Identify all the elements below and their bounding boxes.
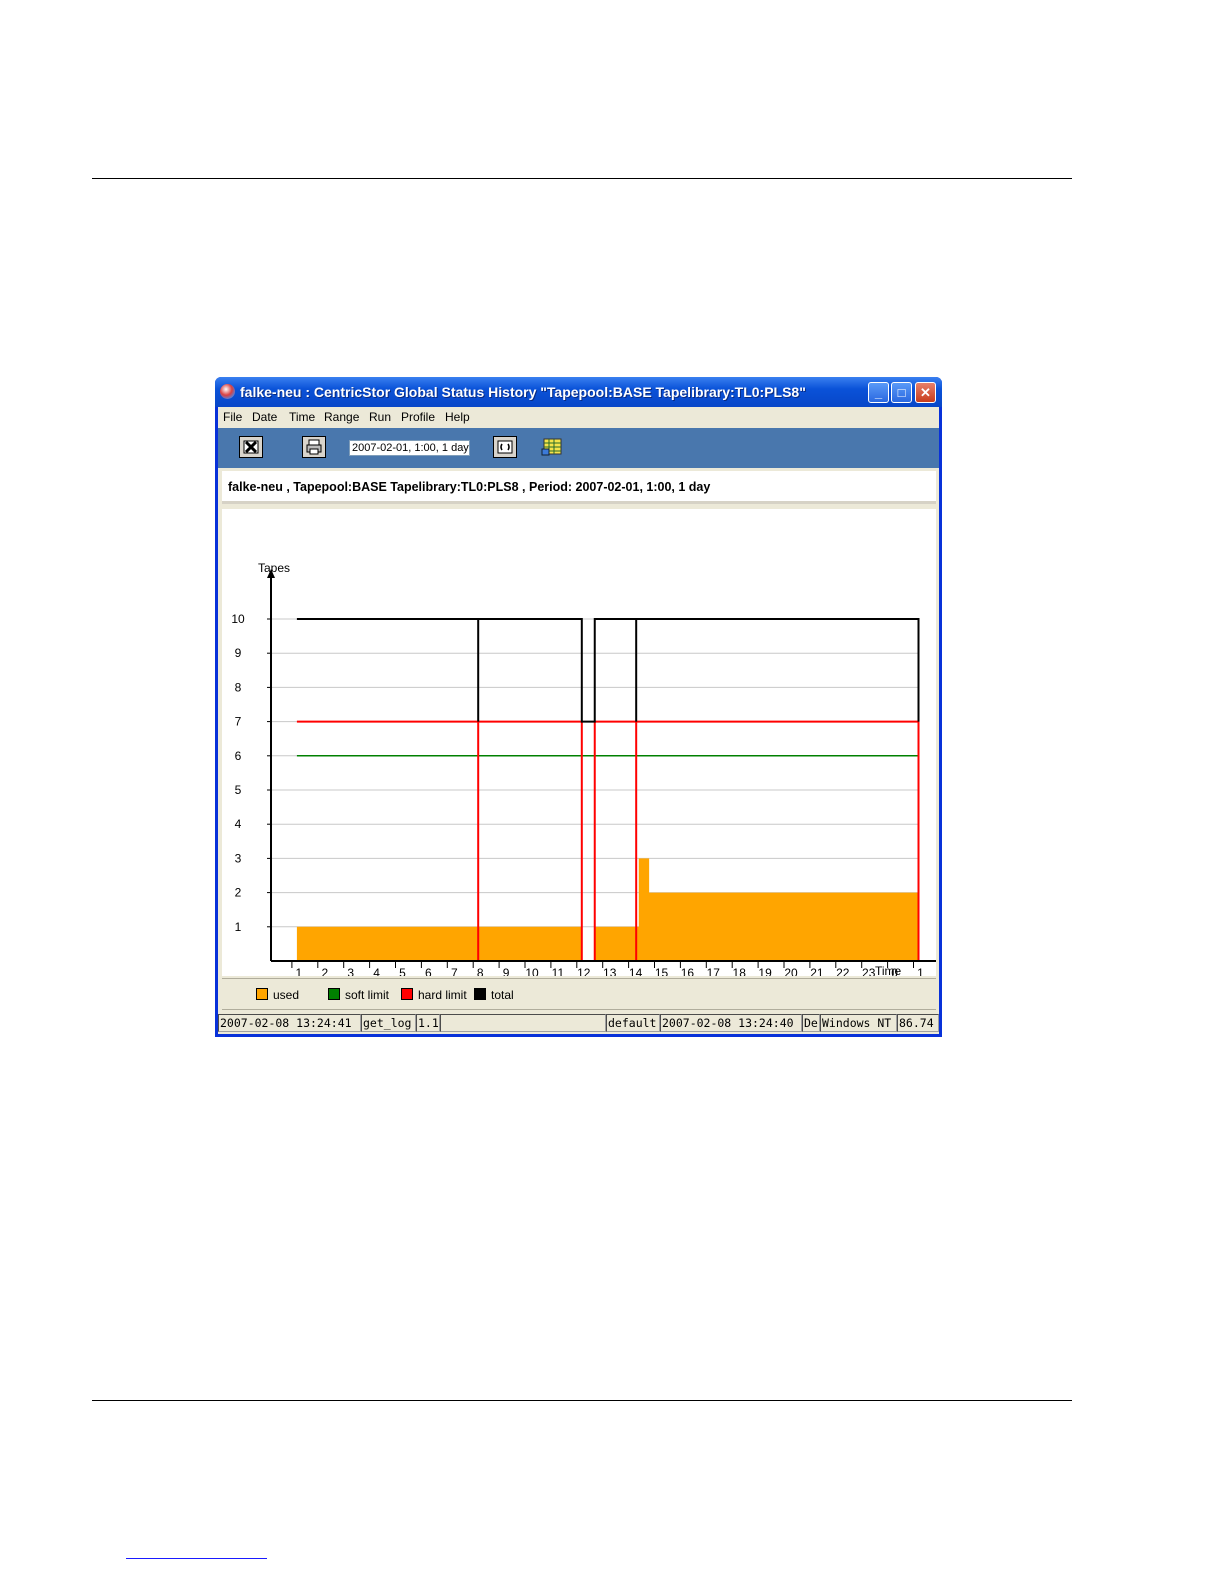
print-button[interactable] (302, 436, 326, 458)
app-window: falke-neu : CentricStor Global Status Hi… (215, 377, 942, 1037)
status-timestamp: 2007-02-08 13:24:41 (218, 1014, 361, 1032)
x-tick-label: 21 (810, 966, 824, 976)
x-tick-label: 6 (425, 966, 432, 976)
menu-range[interactable]: Range (324, 410, 359, 424)
x-tick-label: 11 (552, 966, 565, 976)
x-tick-label: 13 (603, 966, 617, 976)
maximize-button[interactable]: □ (891, 382, 912, 403)
legend-soft-limit: soft limit (328, 988, 389, 1002)
status-command: get_log (361, 1014, 416, 1032)
status-value: 86.74 (897, 1014, 939, 1032)
printer-icon (306, 439, 322, 455)
menu-run[interactable]: Run (369, 410, 391, 424)
status-timestamp-2: 2007-02-08 13:24:40 (660, 1014, 802, 1032)
x-tick-label: 1 (296, 966, 303, 976)
app-icon[interactable] (220, 384, 235, 399)
menu-date[interactable]: Date (252, 410, 277, 424)
status-bar: 2007-02-08 13:24:41 get_log 1.1 default … (218, 1013, 939, 1033)
x-tick-label: 8 (477, 966, 484, 976)
x-tick-label: 20 (784, 966, 798, 976)
x-tick-label: 10 (525, 966, 539, 976)
legend-hard-limit-label: hard limit (418, 988, 467, 1002)
status-os: Windows NT (820, 1014, 897, 1032)
close-x-icon (243, 440, 259, 454)
y-tick-label: 1 (235, 920, 242, 934)
exit-button[interactable] (239, 436, 263, 458)
x-tick-label: 1 (917, 966, 924, 976)
info-text: falke-neu , Tapepool:BASE Tapelibrary:TL… (228, 480, 711, 494)
x-tick-label: 16 (681, 966, 695, 976)
x-tick-label: 12 (577, 966, 591, 976)
status-version: 1.1 (416, 1014, 440, 1032)
menu-time[interactable]: Time (289, 410, 315, 424)
minimize-button[interactable]: _ (868, 382, 889, 403)
status-profile: default (606, 1014, 660, 1032)
x-tick-label: 22 (836, 966, 850, 976)
y-tick-label: 2 (235, 886, 242, 900)
table-button[interactable] (540, 436, 564, 458)
menu-help[interactable]: Help (445, 410, 470, 424)
status-lang: De (802, 1014, 820, 1032)
legend-total-label: total (491, 988, 514, 1002)
x-axis-label: Time (875, 964, 902, 976)
chart-area: 1 2 3 4 5 6 7 8 9 10 1 2 3 4 5 6 7 8 9 10 11 12 13 14 15 16 17 18 19… (222, 509, 936, 976)
chart-svg: 123456789101 2 3 4 5 6 7 8 9 10 11 12 13 14 15 16 17 18 19… (231, 561, 936, 976)
x-tick-label: 9 (503, 966, 510, 976)
refresh-icon (497, 440, 513, 454)
x-tick-label: 17 (707, 966, 721, 976)
period-field[interactable]: 2007-02-01, 1:00, 1 day (349, 440, 470, 456)
x-tick-label: 5 (399, 966, 406, 976)
x-tick-label: 15 (655, 966, 669, 976)
window-client: File Date Time Range Run Profile Help 20… (218, 407, 939, 1034)
close-button[interactable]: ✕ (915, 382, 936, 403)
y-tick-label: 5 (235, 783, 242, 797)
y-axis-label: Tapes (258, 561, 290, 575)
footer-link-underline (126, 1558, 267, 1559)
x-tick-label: 18 (733, 966, 747, 976)
legend-total: total (474, 988, 514, 1002)
title-bar[interactable]: falke-neu : CentricStor Global Status Hi… (215, 377, 942, 407)
legend-total-swatch (474, 988, 486, 1000)
menu-profile[interactable]: Profile (401, 410, 435, 424)
legend-hard-limit-swatch (401, 988, 413, 1000)
legend-soft-limit-label: soft limit (345, 988, 390, 1002)
toolbar: 2007-02-01, 1:00, 1 day (218, 428, 939, 468)
y-tick-label: 9 (235, 646, 242, 660)
table-icon (541, 438, 562, 456)
chart-legend: used soft limit hard limit total (222, 978, 936, 1010)
y-tick-label: 10 (231, 612, 245, 626)
x-tick-label: 3 (347, 966, 354, 976)
x-tick-label: 7 (451, 966, 458, 976)
legend-used-swatch (256, 988, 268, 1000)
x-tick-label: 19 (758, 966, 772, 976)
legend-hard-limit: hard limit (401, 988, 467, 1002)
x-tick-label: 23 (862, 966, 876, 976)
x-tick-label: 14 (629, 966, 643, 976)
y-tick-label: 8 (235, 680, 242, 694)
y-tick-label: 6 (235, 749, 242, 763)
series-total-line (296, 618, 920, 723)
page-top-rule (92, 178, 1072, 179)
legend-used-label: used (273, 988, 300, 1002)
series-used-area (296, 858, 919, 961)
refresh-button[interactable] (493, 436, 517, 458)
y-tick-label: 4 (235, 817, 242, 831)
legend-soft-limit-swatch (328, 988, 340, 1000)
menu-file[interactable]: File (223, 410, 242, 424)
y-tick-label: 7 (235, 715, 242, 729)
page-bottom-rule (92, 1400, 1072, 1401)
info-panel: falke-neu , Tapepool:BASE Tapelibrary:TL… (222, 471, 936, 504)
menu-bar: File Date Time Range Run Profile Help (218, 407, 939, 428)
y-tick-label: 3 (235, 851, 242, 865)
x-tick-label: 4 (373, 966, 380, 976)
status-empty (440, 1014, 606, 1032)
window-title: falke-neu : CentricStor Global Status Hi… (240, 384, 806, 400)
legend-used: used (256, 988, 299, 1002)
x-tick-label: 2 (321, 966, 328, 976)
